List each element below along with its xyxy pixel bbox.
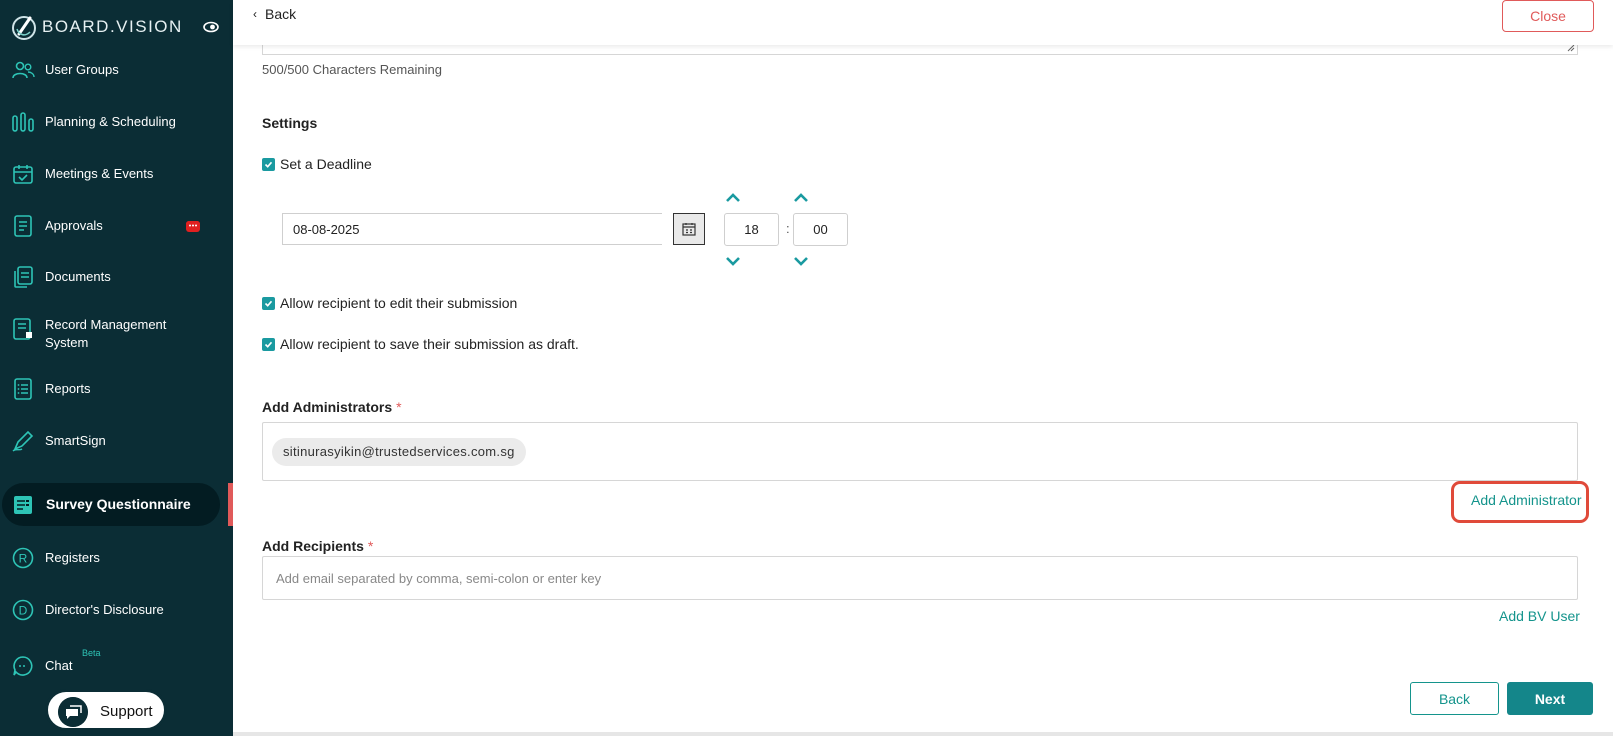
- sidebar-item-meetings-events[interactable]: Meetings & Events: [0, 162, 228, 186]
- next-button[interactable]: Next: [1507, 682, 1593, 715]
- bottom-divider: [233, 732, 1613, 736]
- sidebar-item-user-groups[interactable]: User Groups: [0, 58, 228, 82]
- sidebar-item-approvals[interactable]: Approvals: [0, 214, 228, 238]
- support-button[interactable]: Support: [45, 689, 167, 731]
- allow-edit-label: Allow recipient to edit their submission: [280, 295, 518, 311]
- resize-grip-icon[interactable]: [1567, 44, 1575, 52]
- support-chat-icon: [58, 697, 88, 727]
- chat-icon: [13, 656, 33, 676]
- sidebar-item-label: Director's Disclosure: [45, 602, 164, 617]
- minute-down-chevron-icon[interactable]: [793, 256, 809, 266]
- footer-back-button[interactable]: Back: [1410, 682, 1499, 715]
- chevron-left-icon: ‹: [253, 7, 257, 21]
- sidebar-item-record-management[interactable]: Record Management System: [0, 316, 228, 352]
- allow-edit-checkbox[interactable]: Allow recipient to edit their submission: [262, 295, 517, 311]
- users-icon: [12, 61, 35, 79]
- recipients-input[interactable]: [262, 556, 1578, 600]
- set-deadline-checkbox[interactable]: Set a Deadline: [262, 156, 372, 172]
- sidebar-item-chat[interactable]: Chat Beta: [0, 648, 228, 678]
- sidebar-item-directors-disclosure[interactable]: D Director's Disclosure: [0, 598, 228, 622]
- support-label: Support: [100, 703, 153, 720]
- approval-doc-icon: [14, 215, 32, 237]
- checkbox-checked-icon: [262, 157, 275, 171]
- set-deadline-label: Set a Deadline: [280, 156, 372, 172]
- sidebar-item-documents[interactable]: Documents: [0, 265, 228, 289]
- add-recipients-heading: Add Recipients *: [262, 538, 373, 554]
- sidebar-item-label: Registers: [45, 550, 100, 565]
- sidebar: BOARD.VISION User Groups Planning & Sche…: [0, 0, 233, 736]
- app-root: BOARD.VISION User Groups Planning & Sche…: [0, 0, 1613, 736]
- required-asterisk: *: [367, 538, 374, 554]
- allow-draft-label: Allow recipient to save their submission…: [280, 336, 579, 352]
- main-content: ‹ Back Close 500/500 Characters Remainin…: [233, 0, 1613, 736]
- notification-badge-icon: [186, 221, 200, 232]
- minute-input[interactable]: [793, 213, 848, 246]
- sidebar-item-label: Chat: [45, 658, 73, 673]
- close-button[interactable]: Close: [1502, 0, 1594, 32]
- add-administrator-link[interactable]: Add Administrator: [1471, 492, 1582, 508]
- deadline-date-input[interactable]: [282, 213, 662, 245]
- svg-text:R: R: [19, 552, 28, 566]
- calendar-check-icon: [13, 165, 33, 184]
- hour-input[interactable]: [724, 213, 779, 246]
- sidebar-item-label: User Groups: [45, 62, 119, 77]
- sidebar-item-label: Documents: [45, 269, 111, 284]
- admin-email-chip[interactable]: sitinurasyikin@trustedservices.com.sg: [272, 438, 526, 466]
- sidebar-item-survey-questionnaire[interactable]: Survey Questionnaire: [2, 483, 220, 526]
- sidebar-item-label: Survey Questionnaire: [46, 496, 191, 512]
- brand[interactable]: BOARD.VISION: [10, 12, 183, 42]
- back-link-label: Back: [265, 6, 297, 22]
- administrators-field[interactable]: sitinurasyikin@trustedservices.com.sg: [262, 422, 1578, 481]
- calendar-icon: [682, 223, 696, 236]
- add-bv-user-link[interactable]: Add BV User: [1499, 608, 1580, 624]
- settings-heading: Settings: [262, 115, 318, 131]
- documents-icon: [14, 266, 33, 288]
- back-link[interactable]: ‹ Back: [253, 6, 296, 22]
- time-separator: :: [786, 221, 790, 236]
- registered-icon: R: [12, 547, 34, 569]
- brand-name: BOARD.VISION: [42, 17, 183, 36]
- sidebar-item-label: Record Management System: [45, 317, 167, 350]
- top-bar: ‹ Back Close: [233, 0, 1613, 45]
- sidebar-item-registers[interactable]: R Registers: [0, 546, 228, 570]
- minute-up-chevron-icon[interactable]: [793, 193, 809, 203]
- svg-text:D: D: [19, 604, 28, 618]
- hour-up-chevron-icon[interactable]: [725, 193, 741, 203]
- bars-icon: [12, 112, 34, 132]
- hour-down-chevron-icon[interactable]: [725, 256, 741, 266]
- pen-icon: [12, 430, 34, 452]
- required-asterisk: *: [396, 399, 402, 415]
- checkbox-checked-icon: [262, 337, 275, 351]
- sidebar-item-label: Planning & Scheduling: [45, 114, 176, 129]
- list-icon: [14, 378, 32, 400]
- beta-tag: Beta: [82, 648, 101, 658]
- board-vision-logo-icon: [12, 16, 36, 40]
- character-counter: 500/500 Characters Remaining: [262, 62, 442, 77]
- add-administrators-label: Add Administrators: [262, 399, 393, 415]
- calendar-button[interactable]: [673, 213, 705, 245]
- sidebar-item-reports[interactable]: Reports: [0, 377, 228, 401]
- sidebar-item-label: Approvals: [45, 218, 103, 233]
- sidebar-item-planning-scheduling[interactable]: Planning & Scheduling: [0, 110, 228, 134]
- sidebar-item-label: Reports: [45, 381, 91, 396]
- sidebar-item-label: SmartSign: [45, 433, 106, 448]
- allow-draft-checkbox[interactable]: Allow recipient to save their submission…: [262, 336, 579, 352]
- sidebar-item-label: Meetings & Events: [45, 166, 154, 181]
- checkbox-checked-icon: [262, 296, 275, 310]
- record-icon: [13, 318, 32, 340]
- add-recipients-label: Add Recipients: [262, 538, 364, 554]
- disclosure-icon: D: [12, 599, 34, 621]
- sidebar-item-smartsign[interactable]: SmartSign: [0, 429, 228, 453]
- add-administrators-heading: Add Administrators *: [262, 399, 402, 415]
- eye-toggle-icon[interactable]: [203, 21, 219, 33]
- survey-icon: [14, 496, 32, 514]
